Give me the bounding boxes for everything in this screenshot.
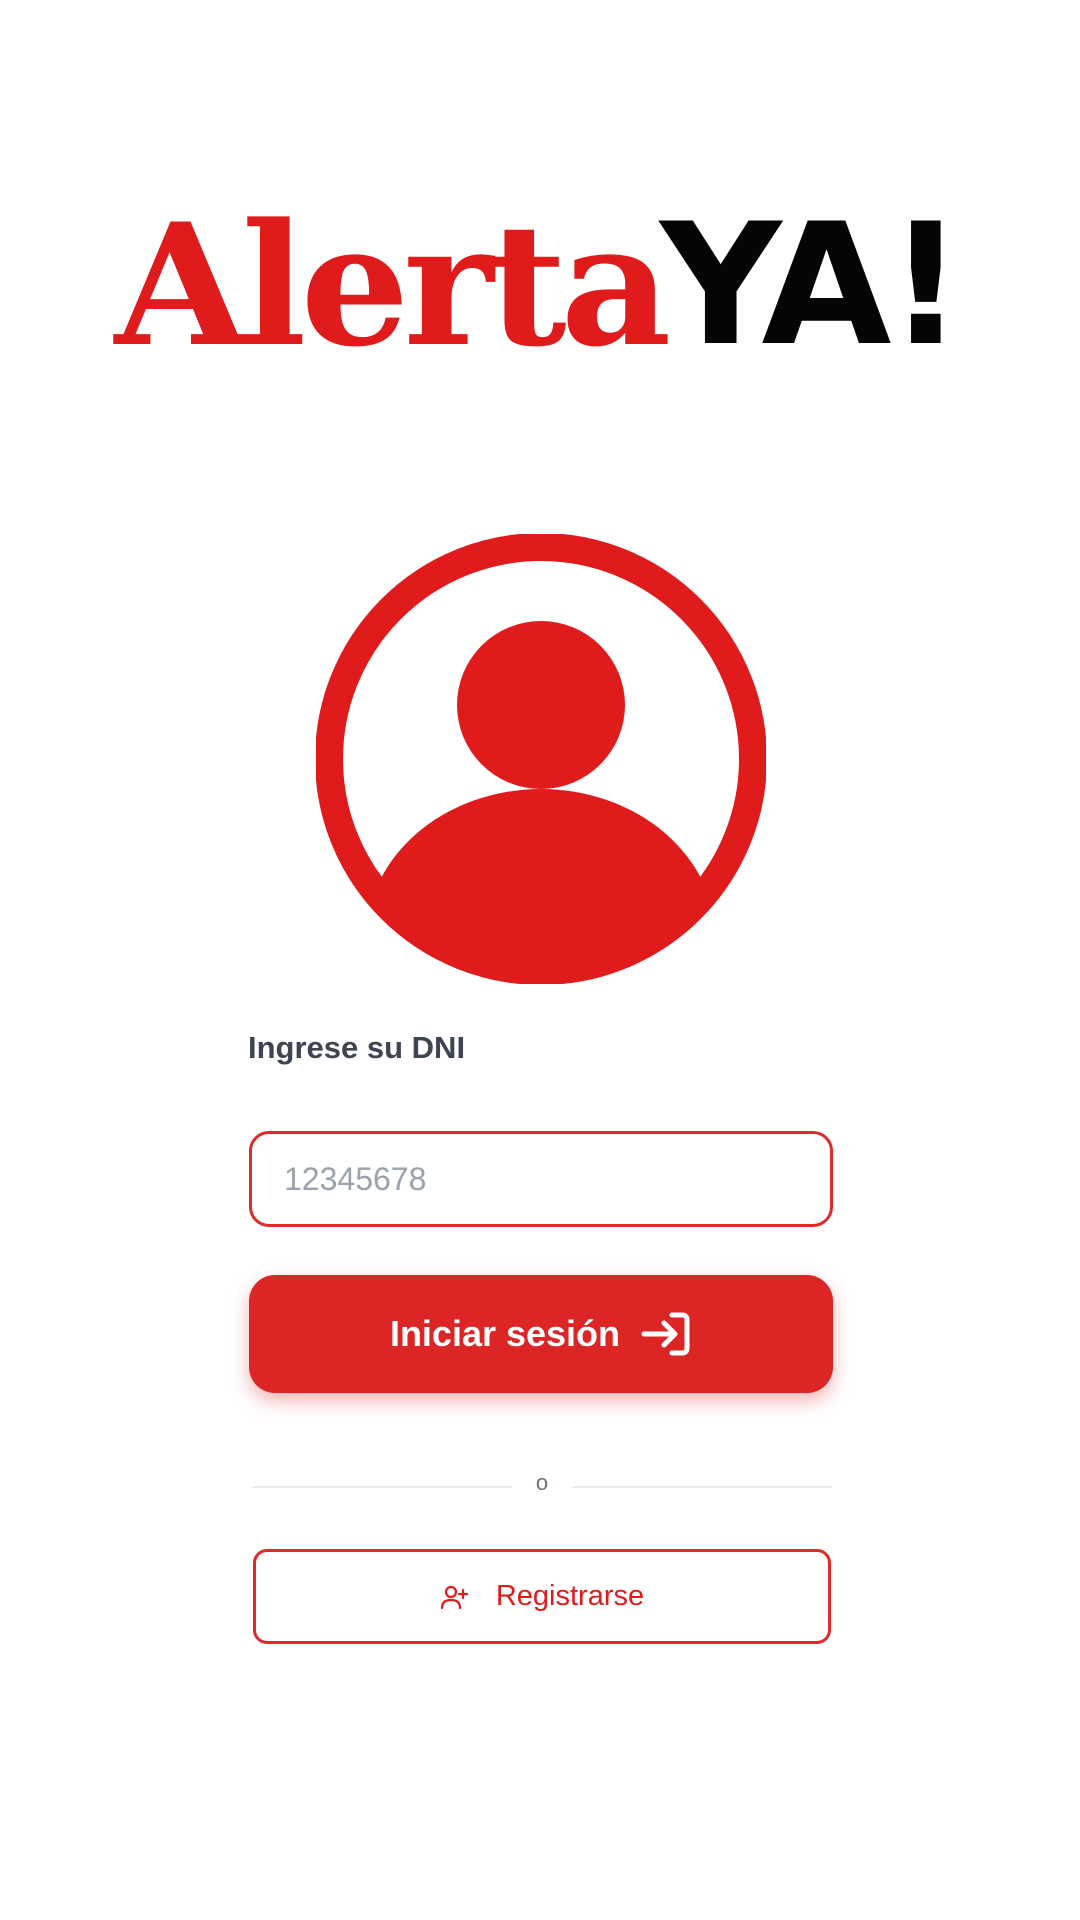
dni-label: Ingrese su DNI — [248, 1030, 466, 1065]
app-logo: AlertaYA! — [0, 200, 1080, 370]
login-button-label: Iniciar sesión — [389, 1313, 621, 1354]
logo-word-alerta: Alerta — [114, 186, 671, 384]
register-button[interactable]: Registrarse — [253, 1549, 831, 1644]
dni-input[interactable] — [249, 1131, 833, 1227]
login-button[interactable]: Iniciar sesión — [249, 1275, 833, 1393]
login-arrow-icon — [641, 1312, 690, 1356]
logo-word-ya: YA! — [659, 187, 964, 383]
divider-text: o — [535, 1470, 549, 1495]
login-screen: AlertaYA! Ingrese su DNI Iniciar sesión … — [0, 0, 1080, 1920]
divider-line-left — [252, 1486, 512, 1488]
user-avatar-icon — [316, 534, 766, 984]
divider-line-right — [572, 1486, 832, 1488]
register-button-label: Registrarse — [495, 1580, 645, 1612]
user-plus-icon — [440, 1585, 468, 1609]
